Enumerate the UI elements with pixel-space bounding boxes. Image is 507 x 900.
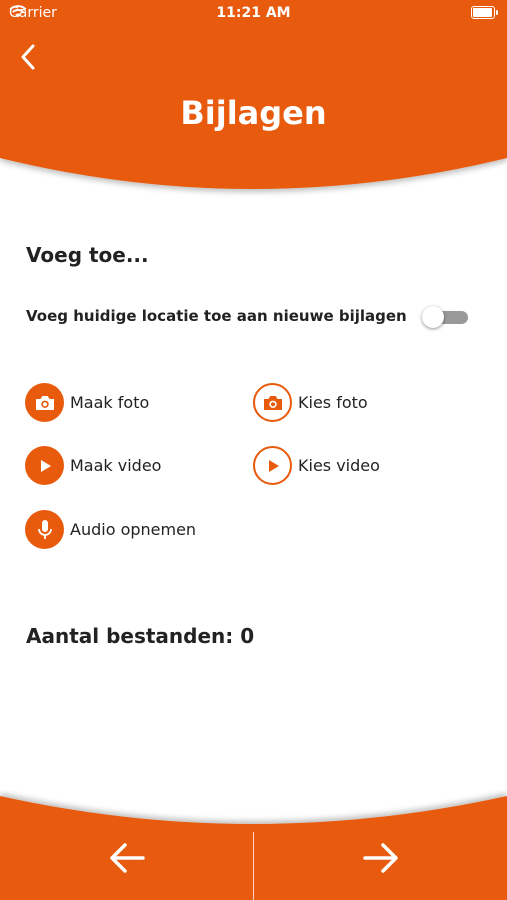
toggle-knob xyxy=(422,306,444,328)
microphone-icon xyxy=(25,510,64,549)
play-icon xyxy=(253,446,292,485)
status-time: 11:21 AM xyxy=(216,5,291,21)
chevron-left-icon xyxy=(21,44,35,70)
record-audio-label: Audio opnemen xyxy=(70,520,197,539)
camera-icon xyxy=(25,383,64,422)
page-title: Bijlagen xyxy=(180,94,327,132)
next-button[interactable] xyxy=(254,790,507,900)
choose-photo-label: Kies foto xyxy=(298,393,368,412)
take-photo-button[interactable]: Maak foto xyxy=(25,383,149,422)
choose-photo-button[interactable]: Kies foto xyxy=(253,383,368,422)
camera-icon xyxy=(253,383,292,422)
arrow-left-icon xyxy=(109,843,145,873)
header: Carrier 11:21 AM Bijlagen xyxy=(0,0,507,200)
choose-video-button[interactable]: Kies video xyxy=(253,446,380,485)
status-bar: Carrier 11:21 AM xyxy=(0,0,507,28)
location-toggle[interactable] xyxy=(422,306,468,328)
battery-icon xyxy=(471,6,498,19)
footer-nav xyxy=(0,790,507,900)
take-video-label: Maak video xyxy=(70,456,162,475)
previous-button[interactable] xyxy=(0,790,253,900)
record-audio-button[interactable]: Audio opnemen xyxy=(25,510,196,549)
arrow-right-icon xyxy=(362,843,398,873)
choose-video-label: Kies video xyxy=(298,456,380,475)
play-icon xyxy=(25,446,64,485)
location-toggle-label: Voeg huidige locatie toe aan nieuwe bijl… xyxy=(26,307,407,325)
section-title: Voeg toe... xyxy=(26,243,149,267)
take-photo-label: Maak foto xyxy=(70,393,150,412)
back-button[interactable] xyxy=(14,42,44,72)
take-video-button[interactable]: Maak video xyxy=(25,446,161,485)
file-count: Aantal bestanden: 0 xyxy=(26,624,255,648)
